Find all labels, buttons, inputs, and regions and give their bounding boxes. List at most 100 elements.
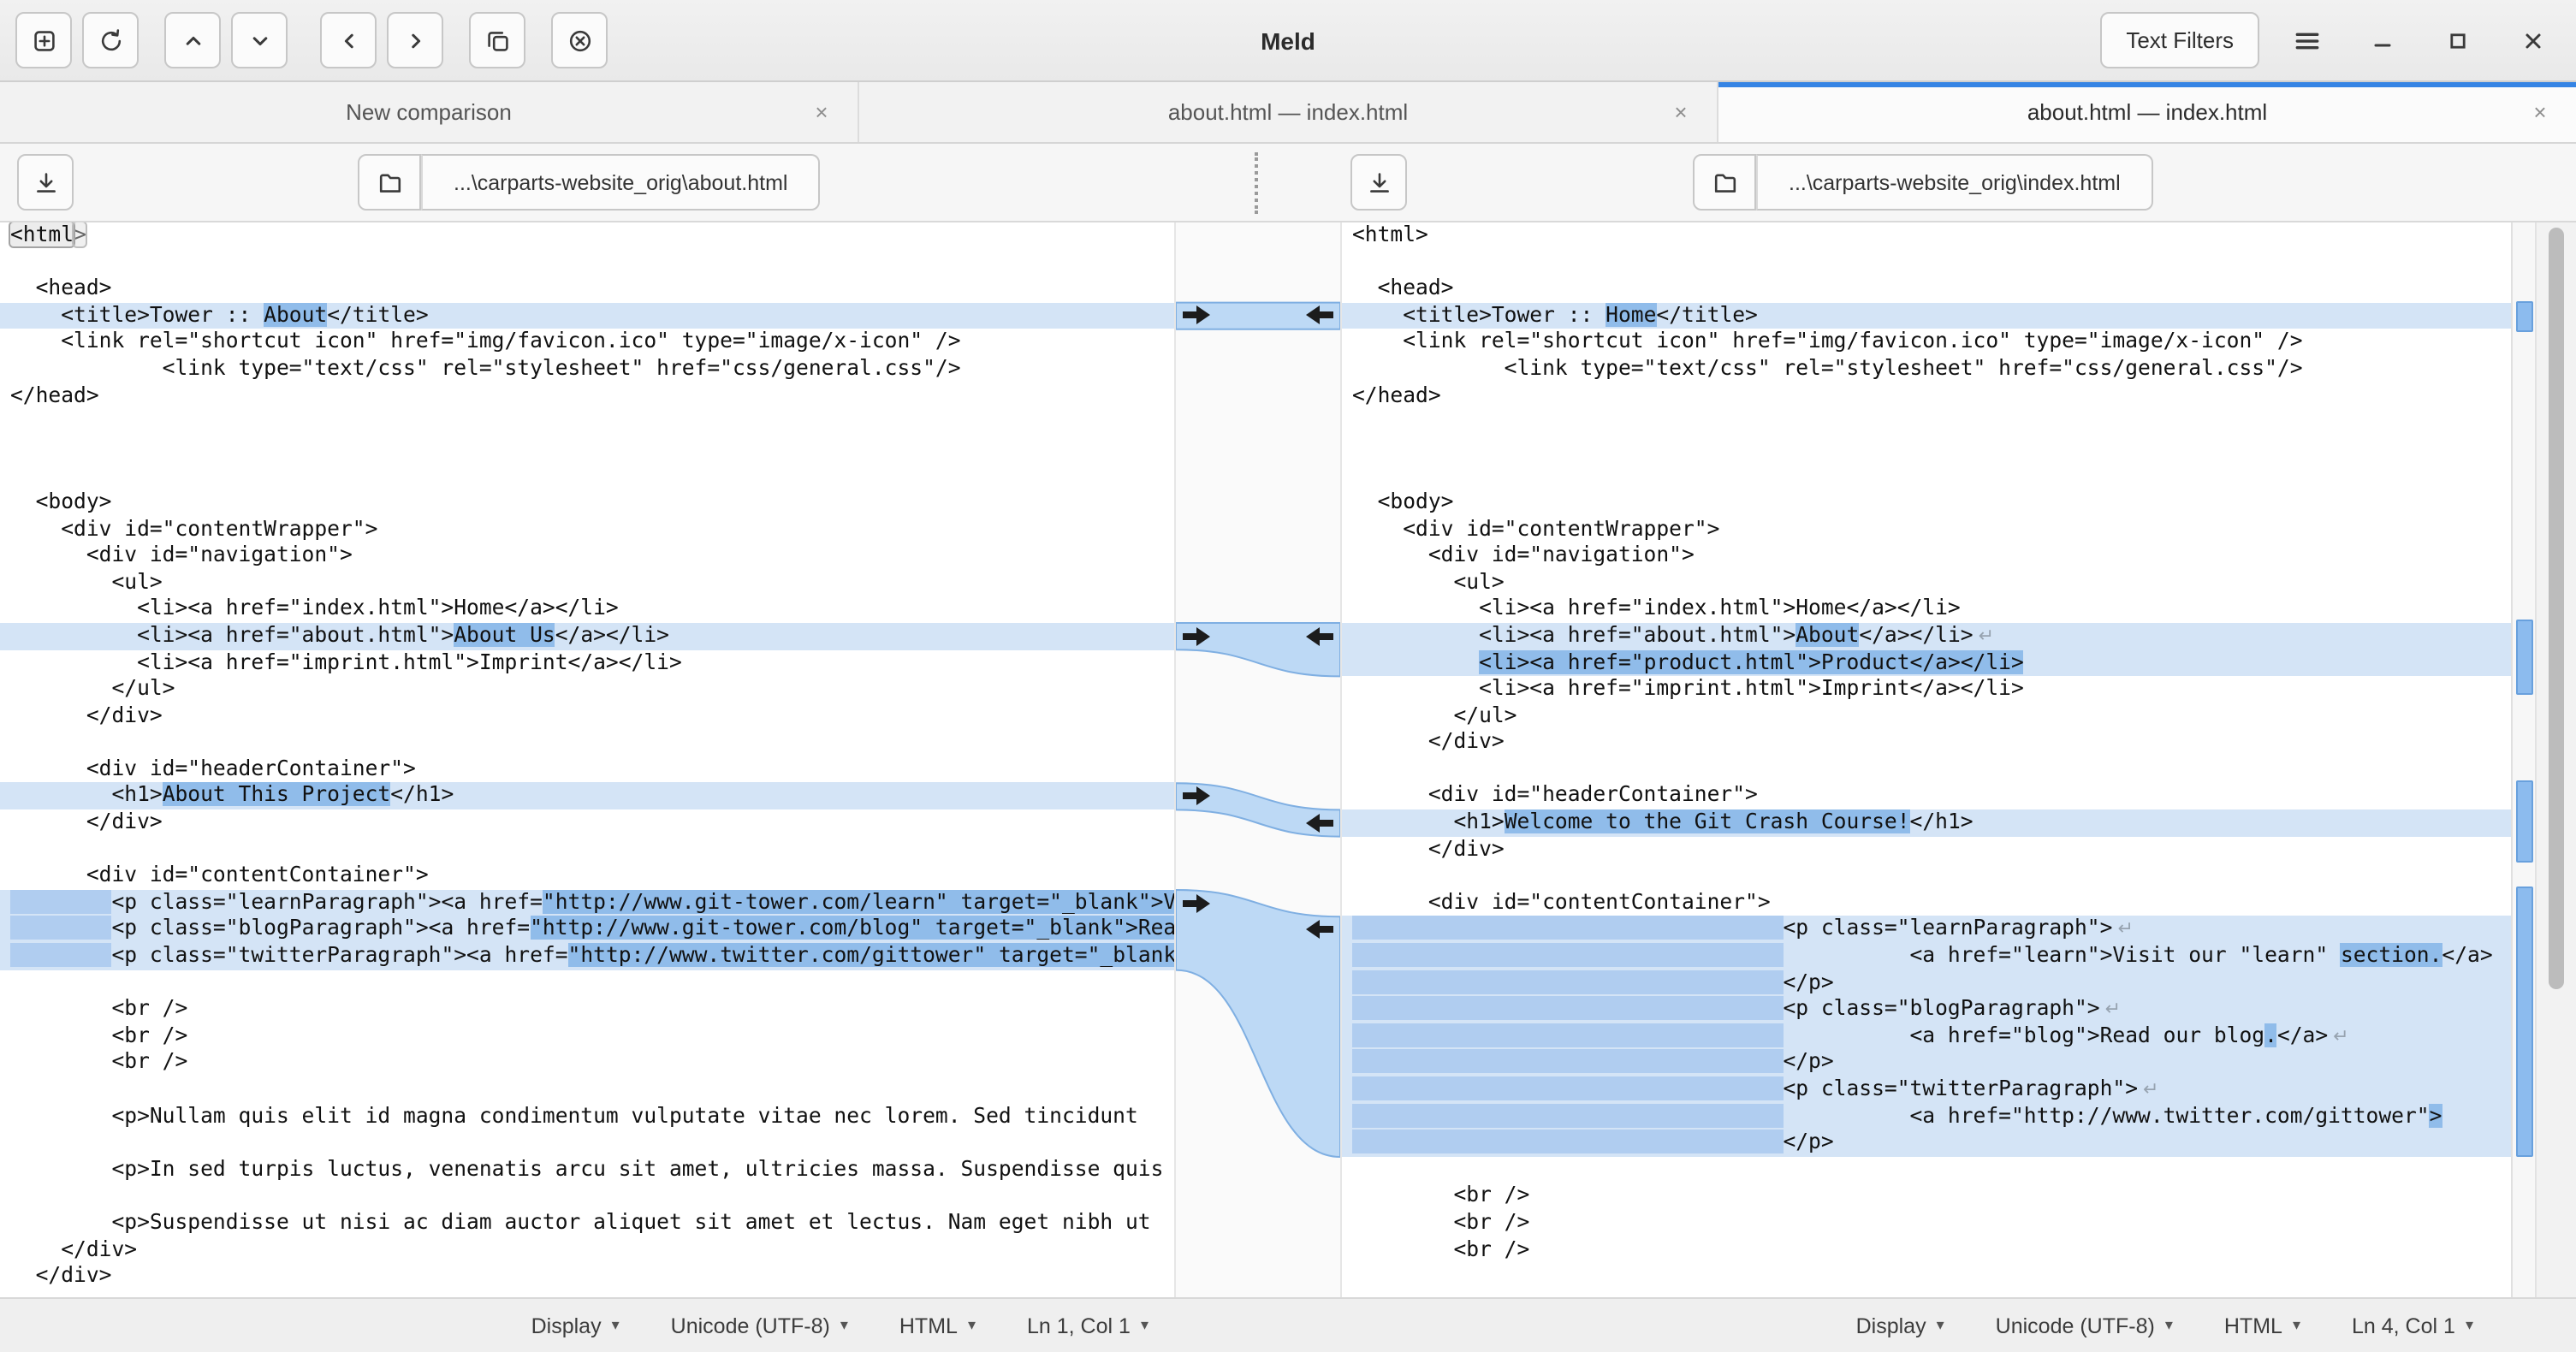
code-line[interactable]: <br /> — [1342, 1183, 2511, 1210]
code-line[interactable]: <body> — [0, 489, 1174, 516]
code-line[interactable] — [0, 970, 1174, 996]
code-line[interactable]: </div> — [0, 1263, 1174, 1290]
cursor-position[interactable]: Ln 4, Col 1▾ — [2352, 1313, 2473, 1337]
code-line[interactable]: </div> — [0, 809, 1174, 836]
code-line[interactable]: <br /> — [1342, 1210, 2511, 1236]
push-change-right-arrow[interactable] — [1179, 892, 1214, 916]
display-dropdown[interactable]: Display▾ — [531, 1313, 620, 1337]
tab-comparison-2-active[interactable]: about.html — index.html × — [1718, 82, 2576, 142]
open-folder-right-button[interactable] — [1693, 154, 1756, 211]
code-line[interactable]: </p> — [1342, 1050, 2511, 1076]
code-line[interactable] — [0, 1183, 1174, 1210]
push-change-left-arrow[interactable] — [1303, 303, 1337, 327]
new-comparison-button[interactable] — [15, 12, 72, 68]
code-line[interactable]: <ul> — [0, 569, 1174, 596]
code-line[interactable]: <li><a href="about.html">About Us</a></l… — [0, 623, 1174, 649]
tab-close-icon[interactable]: × — [2525, 97, 2555, 127]
code-line[interactable]: <li><a href="imprint.html">Imprint</a></… — [1342, 676, 2511, 703]
code-line[interactable]: <li><a href="product.html">Product</a></… — [1342, 649, 2511, 676]
tab-close-icon[interactable]: × — [806, 97, 837, 127]
code-line[interactable]: <ul> — [1342, 569, 2511, 596]
save-left-button[interactable] — [17, 154, 74, 211]
code-line[interactable]: <a href="http://www.twitter.com/gittower… — [1342, 1103, 2511, 1130]
push-change-right-arrow[interactable] — [1179, 625, 1214, 649]
code-line[interactable]: <div id="navigation"> — [0, 543, 1174, 569]
scrollbar-thumb[interactable] — [2549, 228, 2564, 989]
code-line[interactable]: <div id="contentWrapper"> — [1342, 516, 2511, 543]
code-line[interactable]: <p class="learnParagraph">↵ — [1342, 916, 2511, 943]
right-file-path[interactable]: ...\carparts-website_orig\index.html — [1756, 154, 2153, 211]
minimize-button[interactable] — [2355, 13, 2410, 68]
right-code-pane[interactable]: <html> <head> <title>Tower :: Home</titl… — [1340, 222, 2511, 1297]
code-line[interactable] — [1342, 463, 2511, 489]
syntax-dropdown[interactable]: HTML▾ — [2224, 1313, 2300, 1337]
code-line[interactable] — [1342, 409, 2511, 436]
code-line[interactable]: <title>Tower :: Home</title> — [1342, 303, 2511, 329]
cursor-position[interactable]: Ln 1, Col 1▾ — [1027, 1313, 1149, 1337]
code-line[interactable]: <link type="text/css" rel="stylesheet" h… — [1342, 356, 2511, 382]
previous-change-button[interactable] — [164, 12, 221, 68]
code-line[interactable]: </p> — [1342, 1130, 2511, 1156]
vertical-scrollbar[interactable] — [2535, 222, 2576, 1297]
menu-button[interactable] — [2280, 13, 2335, 68]
encoding-dropdown[interactable]: Unicode (UTF-8)▾ — [671, 1313, 848, 1337]
diff-overview-map[interactable] — [2511, 222, 2535, 1297]
display-dropdown[interactable]: Display▾ — [1856, 1313, 1944, 1337]
syntax-dropdown[interactable]: HTML▾ — [899, 1313, 976, 1337]
code-line[interactable]: <p>Suspendisse ut nisi ac diam auctor al… — [0, 1210, 1174, 1236]
code-line[interactable] — [0, 730, 1174, 756]
encoding-dropdown[interactable]: Unicode (UTF-8)▾ — [1996, 1313, 2173, 1337]
code-line[interactable]: <body> — [1342, 489, 2511, 516]
push-change-left-arrow[interactable] — [1303, 917, 1337, 941]
push-change-right-arrow[interactable] — [1179, 303, 1214, 327]
diff-map-mark[interactable] — [2516, 620, 2533, 695]
push-change-right-arrow[interactable] — [1179, 784, 1214, 808]
code-line[interactable] — [0, 463, 1174, 489]
code-line[interactable]: <a href="learn">Visit our "learn" sectio… — [1342, 943, 2511, 970]
code-line[interactable] — [0, 409, 1174, 436]
open-folder-left-button[interactable] — [358, 154, 421, 211]
close-button[interactable] — [2506, 13, 2561, 68]
save-right-button[interactable] — [1350, 154, 1407, 211]
code-line[interactable]: </div> — [1342, 836, 2511, 863]
code-line[interactable]: <div id="contentContainer"> — [1342, 890, 2511, 916]
code-line[interactable]: <p>Nullam quis elit id magna condimentum… — [0, 1103, 1174, 1130]
code-line[interactable] — [1342, 436, 2511, 463]
code-line[interactable]: </div> — [0, 703, 1174, 729]
code-line[interactable]: <br /> — [0, 1023, 1174, 1050]
push-left-button[interactable] — [320, 12, 377, 68]
code-line[interactable]: <p class="blogParagraph">↵ — [1342, 996, 2511, 1023]
code-line[interactable]: <link type="text/css" rel="stylesheet" h… — [0, 356, 1174, 382]
code-line[interactable]: </ul> — [1342, 703, 2511, 729]
code-line[interactable]: <div id="contentWrapper"> — [0, 516, 1174, 543]
code-line[interactable] — [1342, 1157, 2511, 1183]
tab-close-icon[interactable]: × — [1665, 97, 1696, 127]
code-line[interactable] — [0, 836, 1174, 863]
code-line[interactable]: <br /> — [0, 996, 1174, 1023]
tab-comparison-1[interactable]: about.html — index.html × — [859, 82, 1718, 142]
code-line[interactable]: <p class="twitterParagraph">↵ — [1342, 1076, 2511, 1103]
copy-button[interactable] — [469, 12, 525, 68]
code-line[interactable] — [1342, 756, 2511, 783]
left-code-pane[interactable]: <html> <head> <title>Tower :: About</tit… — [0, 222, 1176, 1297]
code-line[interactable]: <h1>Welcome to the Git Crash Course!</h1… — [1342, 809, 2511, 836]
maximize-button[interactable] — [2431, 13, 2485, 68]
diff-map-mark[interactable] — [2516, 887, 2533, 1157]
code-line[interactable]: <a href="blog">Read our blog.</a>↵ — [1342, 1023, 2511, 1050]
left-file-path[interactable]: ...\carparts-website_orig\about.html — [421, 154, 820, 211]
code-line[interactable] — [0, 436, 1174, 463]
code-line[interactable]: </head> — [0, 382, 1174, 409]
diff-map-mark[interactable] — [2516, 780, 2533, 863]
code-line[interactable]: <div id="navigation"> — [1342, 543, 2511, 569]
code-line[interactable]: <li><a href="about.html">About</a></li>↵ — [1342, 623, 2511, 649]
code-line[interactable]: <div id="contentContainer"> — [0, 863, 1174, 890]
code-line[interactable] — [1342, 863, 2511, 890]
code-line[interactable]: <div id="headerContainer"> — [0, 756, 1174, 783]
code-line[interactable]: <div id="headerContainer"> — [1342, 783, 2511, 809]
code-line[interactable]: <html> — [0, 222, 1174, 249]
push-right-button[interactable] — [387, 12, 443, 68]
code-line[interactable]: <li><a href="index.html">Home</a></li> — [1342, 596, 2511, 623]
code-line[interactable]: <p class="blogParagraph"><a href="http:/… — [0, 916, 1174, 943]
refresh-button[interactable] — [82, 12, 139, 68]
code-line[interactable] — [0, 249, 1174, 276]
